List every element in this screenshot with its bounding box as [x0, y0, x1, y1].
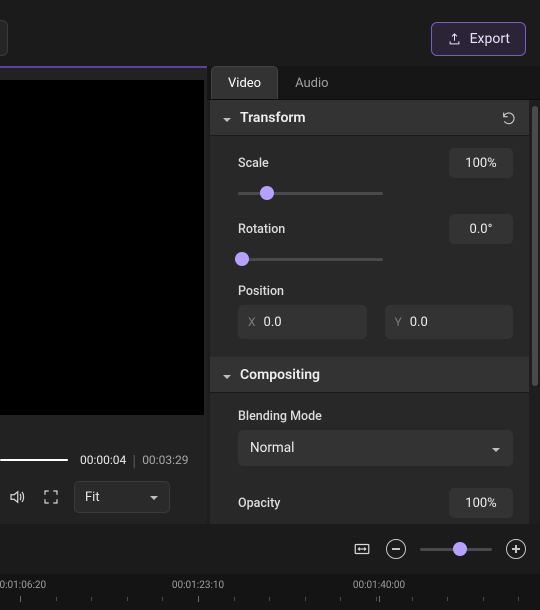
position-label: Position: [238, 284, 284, 299]
scale-label: Scale: [238, 156, 269, 171]
section-header-compositing[interactable]: Compositing: [210, 357, 529, 393]
chevron-down-icon: [491, 443, 501, 453]
fullscreen-icon[interactable]: [40, 486, 62, 508]
volume-icon[interactable]: [6, 486, 28, 508]
ruler-tick-minor: [162, 597, 163, 601]
prop-scale: Scale 100%: [238, 148, 513, 200]
blending-mode-select[interactable]: Normal: [238, 430, 513, 466]
timeline-toolbar: [0, 524, 540, 574]
section-header-transform[interactable]: Transform: [210, 100, 529, 136]
ruler-tick-minor: [234, 597, 235, 601]
axis-y-label: Y: [395, 315, 402, 329]
inspector-panel: Video Audio Transform Scale 100%: [207, 66, 540, 524]
zoom-out-button[interactable]: [386, 539, 406, 559]
ruler-tick-minor: [56, 597, 57, 601]
top-bar: Export: [0, 0, 540, 66]
inspector-scroll: Transform Scale 100%: [210, 100, 529, 524]
section-title: Compositing: [240, 367, 320, 383]
prop-blending-mode: Blending Mode Normal: [238, 405, 513, 466]
fit-select-label: Fit: [85, 490, 100, 505]
section-body-compositing: Blending Mode Normal Opacity 100%: [210, 393, 529, 524]
preview-controls: Fit: [0, 480, 207, 514]
position-x-value: 0.0: [264, 315, 282, 330]
play-progress-bar[interactable]: [0, 459, 68, 461]
scale-slider[interactable]: [238, 186, 383, 200]
fit-width-icon[interactable]: [352, 539, 372, 559]
ruler-tick-minor: [376, 597, 377, 601]
ruler-tick-minor: [483, 597, 484, 601]
tab-audio[interactable]: Audio: [278, 66, 345, 99]
section-body-transform: Scale 100% Rotation 0.0°: [210, 136, 529, 357]
ruler-tick: [20, 596, 21, 602]
position-y-input[interactable]: Y 0.0: [385, 305, 514, 339]
reset-icon[interactable]: [501, 110, 517, 126]
zoom-fit-select[interactable]: Fit: [74, 481, 170, 513]
ruler-tick-minor: [518, 597, 519, 601]
prop-opacity: Opacity 100%: [238, 488, 513, 524]
video-canvas[interactable]: [0, 80, 204, 415]
ruler-tick-minor: [91, 597, 92, 601]
ruler-tick: [379, 596, 380, 602]
chevron-down-icon: [149, 492, 159, 502]
timeline-ruler[interactable]: 00:01:06:20 00:01:23:10 00:01:40:00: [0, 574, 540, 610]
ruler-label: 00:01:06:20: [0, 580, 46, 591]
ruler-label: 00:01:23:10: [172, 580, 224, 591]
ruler-tick-minor: [269, 597, 270, 601]
ruler-tick-minor: [340, 597, 341, 601]
current-time: 00:00:04: [80, 453, 126, 467]
toolbar-stub: [0, 20, 8, 56]
opacity-value[interactable]: 100%: [449, 488, 513, 518]
ruler-tick-minor: [305, 597, 306, 601]
total-duration: 00:03:29: [142, 453, 188, 467]
rotation-value[interactable]: 0.0°: [449, 214, 513, 244]
ruler-tick-minor: [127, 597, 128, 601]
inspector-tabs: Video Audio: [207, 66, 540, 100]
blending-mode-label: Blending Mode: [238, 409, 322, 424]
inspector-scrollbar[interactable]: [532, 106, 538, 386]
blending-mode-value: Normal: [250, 440, 294, 456]
chevron-down-icon: [222, 113, 232, 123]
time-separator: |: [132, 451, 136, 470]
prop-rotation: Rotation 0.0°: [238, 214, 513, 266]
rotation-label: Rotation: [238, 222, 285, 237]
section-title: Transform: [240, 110, 306, 126]
export-label: Export: [470, 31, 510, 47]
chevron-down-icon: [222, 370, 232, 380]
rotation-slider[interactable]: [238, 252, 383, 266]
prop-position: Position X 0.0 Y 0.0: [238, 280, 513, 339]
zoom-slider[interactable]: [420, 542, 492, 556]
opacity-label: Opacity: [238, 496, 280, 511]
ruler-tick: [198, 596, 199, 602]
preview-pane: 00:00:04 | 00:03:29 Fit: [0, 66, 207, 524]
position-x-input[interactable]: X 0.0: [238, 305, 367, 339]
ruler-tick-minor: [412, 597, 413, 601]
axis-x-label: X: [248, 315, 256, 329]
export-icon: [447, 32, 462, 47]
ruler-label: 00:01:40:00: [353, 580, 405, 591]
playhead-time-row: 00:00:04 | 00:03:29: [0, 450, 207, 470]
export-button[interactable]: Export: [431, 22, 526, 56]
tab-video[interactable]: Video: [211, 66, 278, 99]
position-y-value: 0.0: [410, 315, 428, 330]
scale-value[interactable]: 100%: [449, 148, 513, 178]
zoom-in-button[interactable]: [506, 539, 526, 559]
ruler-tick-minor: [447, 597, 448, 601]
